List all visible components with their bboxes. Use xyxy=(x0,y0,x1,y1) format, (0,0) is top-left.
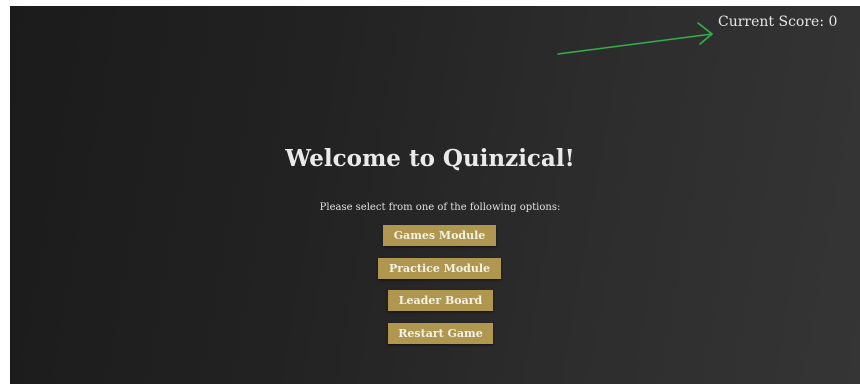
current-score: Current Score: 0 xyxy=(718,14,838,30)
annotation-arrow-icon xyxy=(557,22,713,55)
instruction-text: Please select from one of the following … xyxy=(319,202,561,213)
games-module-button[interactable]: Games Module xyxy=(383,225,496,246)
practice-module-button[interactable]: Practice Module xyxy=(378,258,501,279)
page-title: Welcome to Quinzical! xyxy=(285,145,575,172)
leader-board-button[interactable]: Leader Board xyxy=(388,290,493,311)
restart-game-button[interactable]: Restart Game xyxy=(388,323,493,344)
